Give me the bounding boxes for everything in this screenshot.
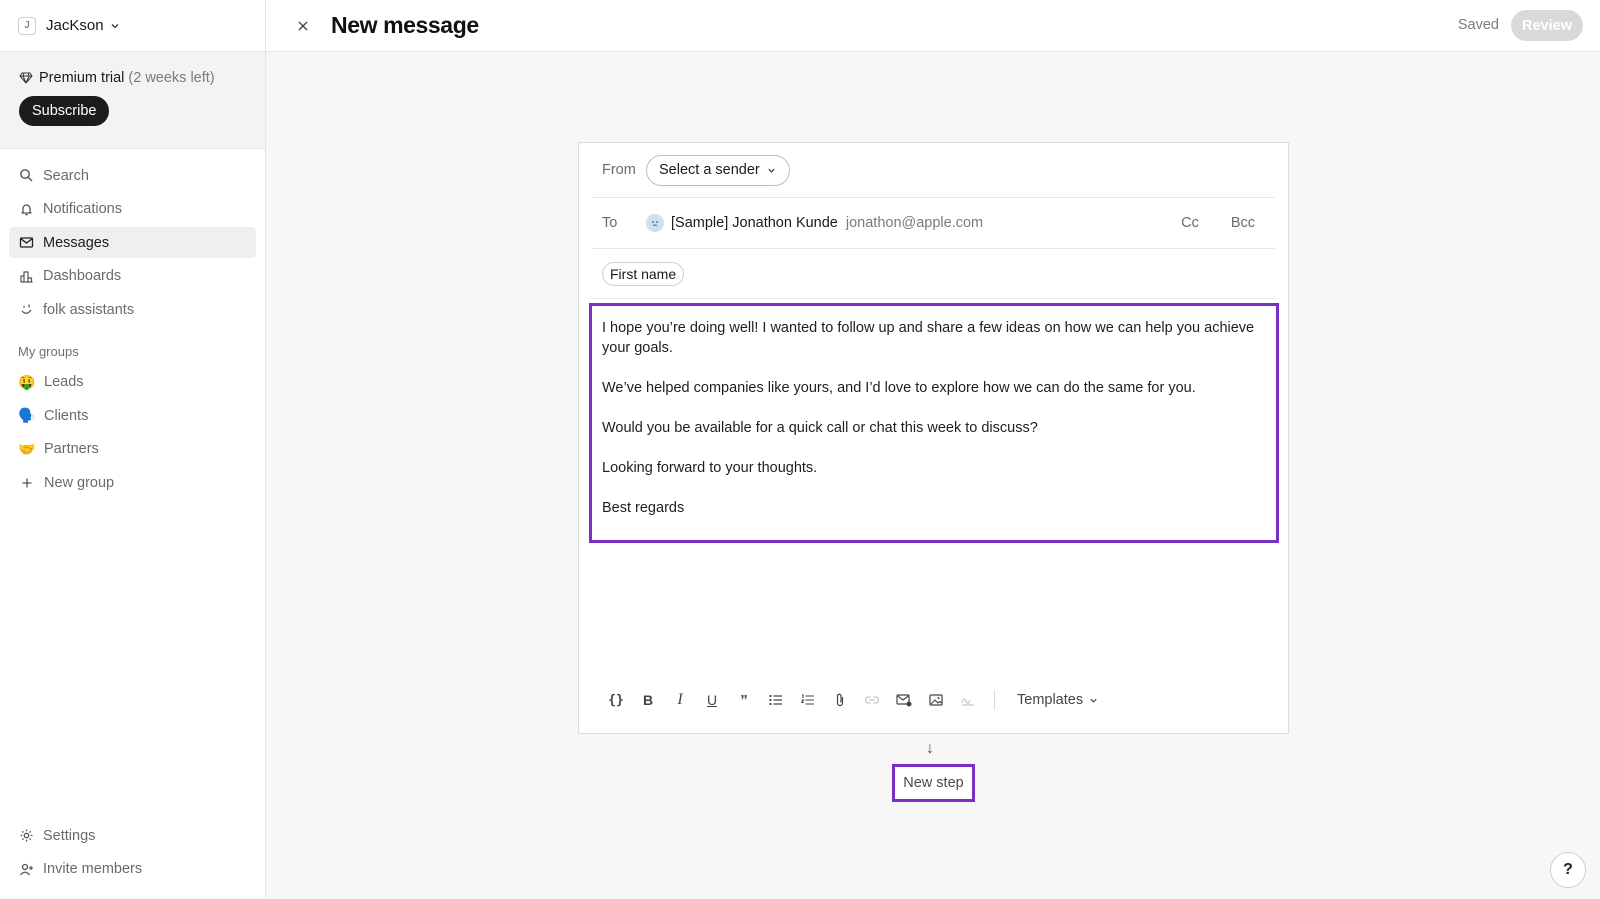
speaking-head-icon: 🗣️ [18,407,36,423]
saved-status: Saved [1457,17,1499,33]
nav-item-label: Search [43,167,89,184]
main-nav: Search Notifications Messages Dashboards… [0,149,265,325]
signature-icon[interactable] [952,685,984,715]
nav-item-label: folk assistants [43,301,135,318]
variable-braces-icon[interactable]: {} [600,685,632,715]
body-paragraph: We’ve helped companies like yours, and I… [602,380,1196,396]
quote-icon[interactable]: ” [728,685,760,715]
add-user-icon [18,861,34,877]
sidebar: J JacKson Premium trial (2 weeks left) S… [0,0,266,899]
groups-title: My groups [18,343,79,359]
attachment-icon[interactable] [824,685,856,715]
subscribe-button[interactable]: Subscribe [19,96,110,126]
workspace-avatar: J [18,16,36,35]
group-item-label: Clients [44,407,89,424]
mail-icon [18,235,34,251]
recipient-name: [Sample] Jonathon Kunde [671,215,838,231]
nav-item-label: Notifications [43,201,122,217]
search-icon [18,168,34,184]
group-item-clients[interactable]: 🗣️ Clients [9,400,256,431]
bold-icon[interactable]: B [632,685,664,715]
templates-label: Templates [1017,692,1084,708]
templates-dropdown[interactable]: Templates [1017,692,1099,708]
bottom-nav: Settings Invite members [9,820,256,887]
link-icon[interactable] [856,685,888,715]
nav-item-label: Invite members [43,861,143,877]
subject-row[interactable]: First name [592,249,1275,299]
new-step-button[interactable]: New step [892,764,975,802]
email-signature-icon[interactable] [888,685,920,715]
review-button[interactable]: Review [1511,10,1583,41]
nav-item-search[interactable]: Search [9,160,256,191]
bullet-list-icon[interactable] [760,685,792,715]
image-icon[interactable] [920,685,952,715]
nav-item-messages[interactable]: Messages [9,227,256,258]
body-paragraph: I hope you’re doing well! I wanted to fo… [602,320,1255,356]
gear-icon [18,828,34,844]
nav-item-invite-members[interactable]: Invite members [9,854,256,885]
recipient-chip[interactable]: [Sample] Jonathon Kunde jonathon@apple.c… [646,214,983,232]
from-row: From Select a sender [592,143,1275,198]
bar-chart-icon [18,268,34,284]
first-name-variable-chip[interactable]: First name [602,261,685,286]
group-item-label: Leads [44,374,84,390]
trial-remaining: (2 weeks left) [128,70,215,86]
help-button[interactable]: ? [1550,852,1586,888]
message-composer: From Select a sender To [Sample] Jonatho… [578,142,1289,734]
money-face-icon: 🤑 [18,373,36,390]
numbered-list-icon[interactable] [792,685,824,715]
nav-item-dashboards[interactable]: Dashboards [9,261,256,292]
chevron-down-icon [1090,698,1097,703]
recipient-email: jonathon@apple.com [845,215,984,231]
nav-item-notifications[interactable]: Notifications [9,194,256,225]
trial-label: Premium trial [39,70,125,86]
handshake-icon: 🤝 [18,440,36,457]
chevron-down-icon [109,20,121,32]
workspace-switcher[interactable]: J JacKson [0,0,265,52]
sender-placeholder: Select a sender [659,162,760,178]
toolbar-divider [994,690,995,710]
close-icon[interactable] [293,16,313,36]
body-paragraph: Would you be available for a quick call … [602,420,1038,436]
page-title: New message [331,12,479,38]
bcc-button[interactable]: Bcc [1231,215,1255,231]
chevron-down-icon [766,165,777,176]
new-group-label: New group [44,474,115,491]
assistant-icon [18,302,34,318]
nav-item-settings[interactable]: Settings [9,820,256,851]
groups-list: 🤑 Leads 🗣️ Clients 🤝 Partners New group [0,367,265,499]
italic-icon[interactable]: I [664,685,696,715]
cc-bcc-controls: Cc Bcc [1181,198,1255,248]
plus-icon [18,477,36,489]
nav-item-folk-assistants[interactable]: folk assistants [9,294,256,325]
new-group-button[interactable]: New group [9,467,256,498]
diamond-icon [19,71,33,85]
message-body-editor[interactable]: I hope you’re doing well! I wanted to fo… [589,303,1279,543]
from-label: From [602,162,636,178]
arrow-down-icon: ↓ [926,740,934,757]
group-item-leads[interactable]: 🤑 Leads [9,367,256,398]
to-label: To [602,215,618,231]
group-item-label: Partners [44,441,99,457]
formatting-toolbar: {} B I U ” Templates [592,685,1275,715]
trial-banner: Premium trial (2 weeks left) Subscribe [0,52,265,149]
group-item-partners[interactable]: 🤝 Partners [9,434,256,465]
to-row: To [Sample] Jonathon Kunde jonathon@appl… [592,198,1275,249]
body-paragraph: Best regards [602,500,685,516]
topbar: New message Saved Review [266,0,1600,52]
nav-item-label: Settings [43,827,96,844]
avatar [646,214,664,232]
bell-icon [18,201,34,217]
workspace-name: JacKson [46,17,104,34]
nav-item-label: Messages [43,234,110,251]
body-paragraph: Looking forward to your thoughts. [602,460,818,476]
cc-button[interactable]: Cc [1181,215,1199,231]
underline-icon[interactable]: U [696,685,728,715]
nav-item-label: Dashboards [43,268,122,284]
sender-select[interactable]: Select a sender [646,154,790,186]
